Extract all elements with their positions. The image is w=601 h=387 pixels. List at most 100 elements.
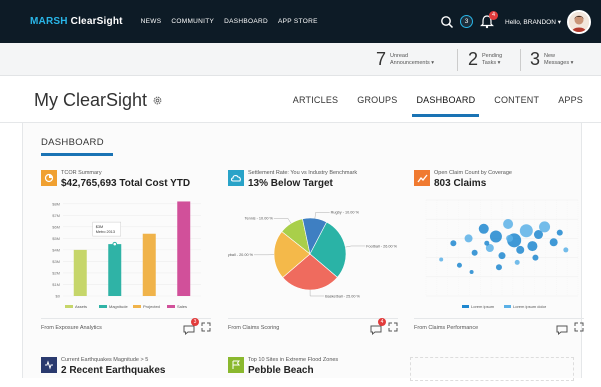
comment-icon[interactable]: 4 — [370, 322, 382, 332]
card-open-claims[interactable]: Open Claim Count by Coverage 803 Claims … — [414, 170, 584, 338]
stat-label-line2: Tasks ▾ — [482, 60, 500, 66]
legend-swatch — [99, 305, 107, 308]
bar — [143, 234, 156, 296]
leader-line — [345, 246, 365, 247]
slice-label: Basketball - 25.00 % — [325, 294, 360, 298]
activity-count-badge[interactable]: 3 — [460, 15, 473, 28]
scatter-point — [506, 235, 513, 242]
scatter-point — [465, 234, 473, 242]
card-settlement[interactable]: Settlement Rate: You vs Industry Benchma… — [228, 170, 398, 338]
expand-icon[interactable] — [574, 322, 584, 332]
expand-icon[interactable] — [388, 322, 398, 332]
comment-icon[interactable] — [556, 322, 568, 332]
avatar[interactable] — [567, 10, 591, 34]
legend-swatch — [133, 305, 141, 308]
empty-card-slot — [410, 357, 574, 381]
stat-announcements[interactable]: 7 UnreadAnnouncements ▾ — [376, 49, 434, 70]
card-flood-zones[interactable]: Top 10 Sites in Extreme Flood Zones Pebb… — [228, 357, 398, 387]
legend-swatch — [65, 305, 73, 308]
scatter-point — [516, 246, 524, 254]
top-nav: NEWS COMMUNITY DASHBOARD APP STORE — [141, 18, 318, 25]
brand-part2: ClearSight — [71, 16, 123, 27]
tab-groups[interactable]: GROUPS — [357, 95, 397, 117]
card-headline: 2 Recent Earthquakes — [61, 365, 166, 376]
slice-label: Football - 26.00 % — [366, 244, 397, 248]
top-nav-app-store[interactable]: APP STORE — [278, 18, 318, 25]
y-tick-label: $7M — [52, 213, 60, 218]
tooltip-label: Metro 2013 — [96, 230, 115, 234]
page-title: My ClearSight — [34, 90, 147, 111]
scatter-chart[interactable]: Lorem ipsumLorem ipsum dolor — [414, 192, 584, 316]
user-photo — [569, 12, 589, 32]
card-actions — [556, 322, 584, 332]
stats-bar: 7 UnreadAnnouncements ▾ 2 PendingTasks ▾… — [0, 43, 601, 76]
stat-label-line1: Pending — [482, 53, 502, 59]
top-nav-dashboard[interactable]: DASHBOARD — [224, 18, 268, 25]
expand-icon[interactable] — [201, 322, 211, 332]
tab-articles[interactable]: ARTICLES — [293, 95, 338, 117]
card-footer: From Claims Scoring 4 — [228, 318, 398, 338]
scatter-point — [439, 258, 443, 262]
scatter-point — [532, 255, 538, 261]
stat-tasks[interactable]: 2 PendingTasks ▾ — [468, 49, 502, 70]
leader-line — [310, 290, 324, 296]
stat-label-line1: New — [544, 53, 555, 59]
legend-swatch — [504, 305, 511, 308]
stat-number: 7 — [376, 49, 386, 70]
scatter-point — [503, 219, 513, 229]
pie-chart[interactable]: Tennis - 10.00 %Rugby - 10.00 %Football … — [228, 192, 398, 316]
card-subtitle: Settlement Rate: You vs Industry Benchma… — [248, 170, 357, 176]
card-tcor[interactable]: TCOR Summary $42,765,693 Total Cost YTD … — [41, 170, 211, 338]
stat-label: UnreadAnnouncements ▾ — [390, 53, 434, 67]
card-earthquakes[interactable]: Current Earthquakes Magnitude > 5 2 Rece… — [41, 357, 211, 387]
brand-logo[interactable]: MARSH ClearSight — [30, 16, 123, 27]
y-tick-label: $8M — [52, 201, 60, 206]
page-header: My ClearSight ARTICLES GROUPS DASHBOARD … — [0, 77, 601, 123]
stat-label-line2: Announcements ▾ — [390, 60, 434, 66]
notifications-bell[interactable]: 4 — [479, 14, 495, 30]
section-title: DASHBOARD — [41, 137, 104, 148]
stat-number: 2 — [468, 49, 478, 70]
tab-content[interactable]: CONTENT — [494, 95, 539, 117]
bar — [177, 201, 190, 296]
gear-icon[interactable] — [152, 95, 163, 106]
leader-line — [315, 212, 330, 218]
card-source: From Claims Performance — [414, 325, 478, 331]
scatter-point — [457, 263, 462, 268]
pie-icon — [41, 170, 57, 186]
legend-swatch — [462, 305, 469, 308]
slice-label: Tennis - 10.00 % — [245, 217, 274, 221]
scatter-point — [472, 250, 478, 256]
card-source: From Exposure Analytics — [41, 325, 102, 331]
scatter-point — [484, 241, 489, 246]
stat-label: NewMessages ▾ — [544, 53, 573, 67]
top-nav-community[interactable]: COMMUNITY — [171, 18, 214, 25]
tab-apps[interactable]: APPS — [558, 95, 583, 117]
legend-label: Magnitude — [109, 304, 128, 309]
stat-number: 3 — [530, 49, 540, 70]
tab-dashboard[interactable]: DASHBOARD — [416, 95, 475, 117]
y-tick-label: $5M — [52, 236, 60, 241]
cloud-icon — [228, 170, 244, 186]
scatter-point — [490, 230, 502, 242]
stat-messages[interactable]: 3 NewMessages ▾ — [530, 49, 573, 70]
comment-count: 4 — [378, 318, 386, 326]
comment-icon[interactable]: 3 — [183, 322, 195, 332]
tooltip-point — [113, 242, 117, 246]
stat-label: PendingTasks ▾ — [482, 53, 502, 67]
top-nav-news[interactable]: NEWS — [141, 18, 162, 25]
card-footer: From Exposure Analytics 3 — [41, 318, 211, 338]
divider — [457, 49, 458, 71]
top-right-controls: 3 4 Hello, BRANDON ▾ — [440, 0, 591, 43]
y-tick-label: $3M — [52, 259, 60, 264]
scatter-point — [563, 247, 568, 252]
section-title-underline — [41, 153, 113, 156]
y-tick-label: $6M — [52, 224, 60, 229]
search-icon[interactable] — [440, 15, 454, 29]
bar-chart[interactable]: $0$1M$2M$3M$4M$5M$6M$7M$8M$3MMetro 2013A… — [41, 192, 211, 316]
legend-label: Projected — [143, 304, 160, 309]
user-menu[interactable]: Hello, BRANDON ▾ — [505, 18, 561, 26]
scatter-point — [479, 224, 489, 234]
scatter-point — [470, 270, 474, 274]
legend-label: Assets — [75, 304, 87, 309]
